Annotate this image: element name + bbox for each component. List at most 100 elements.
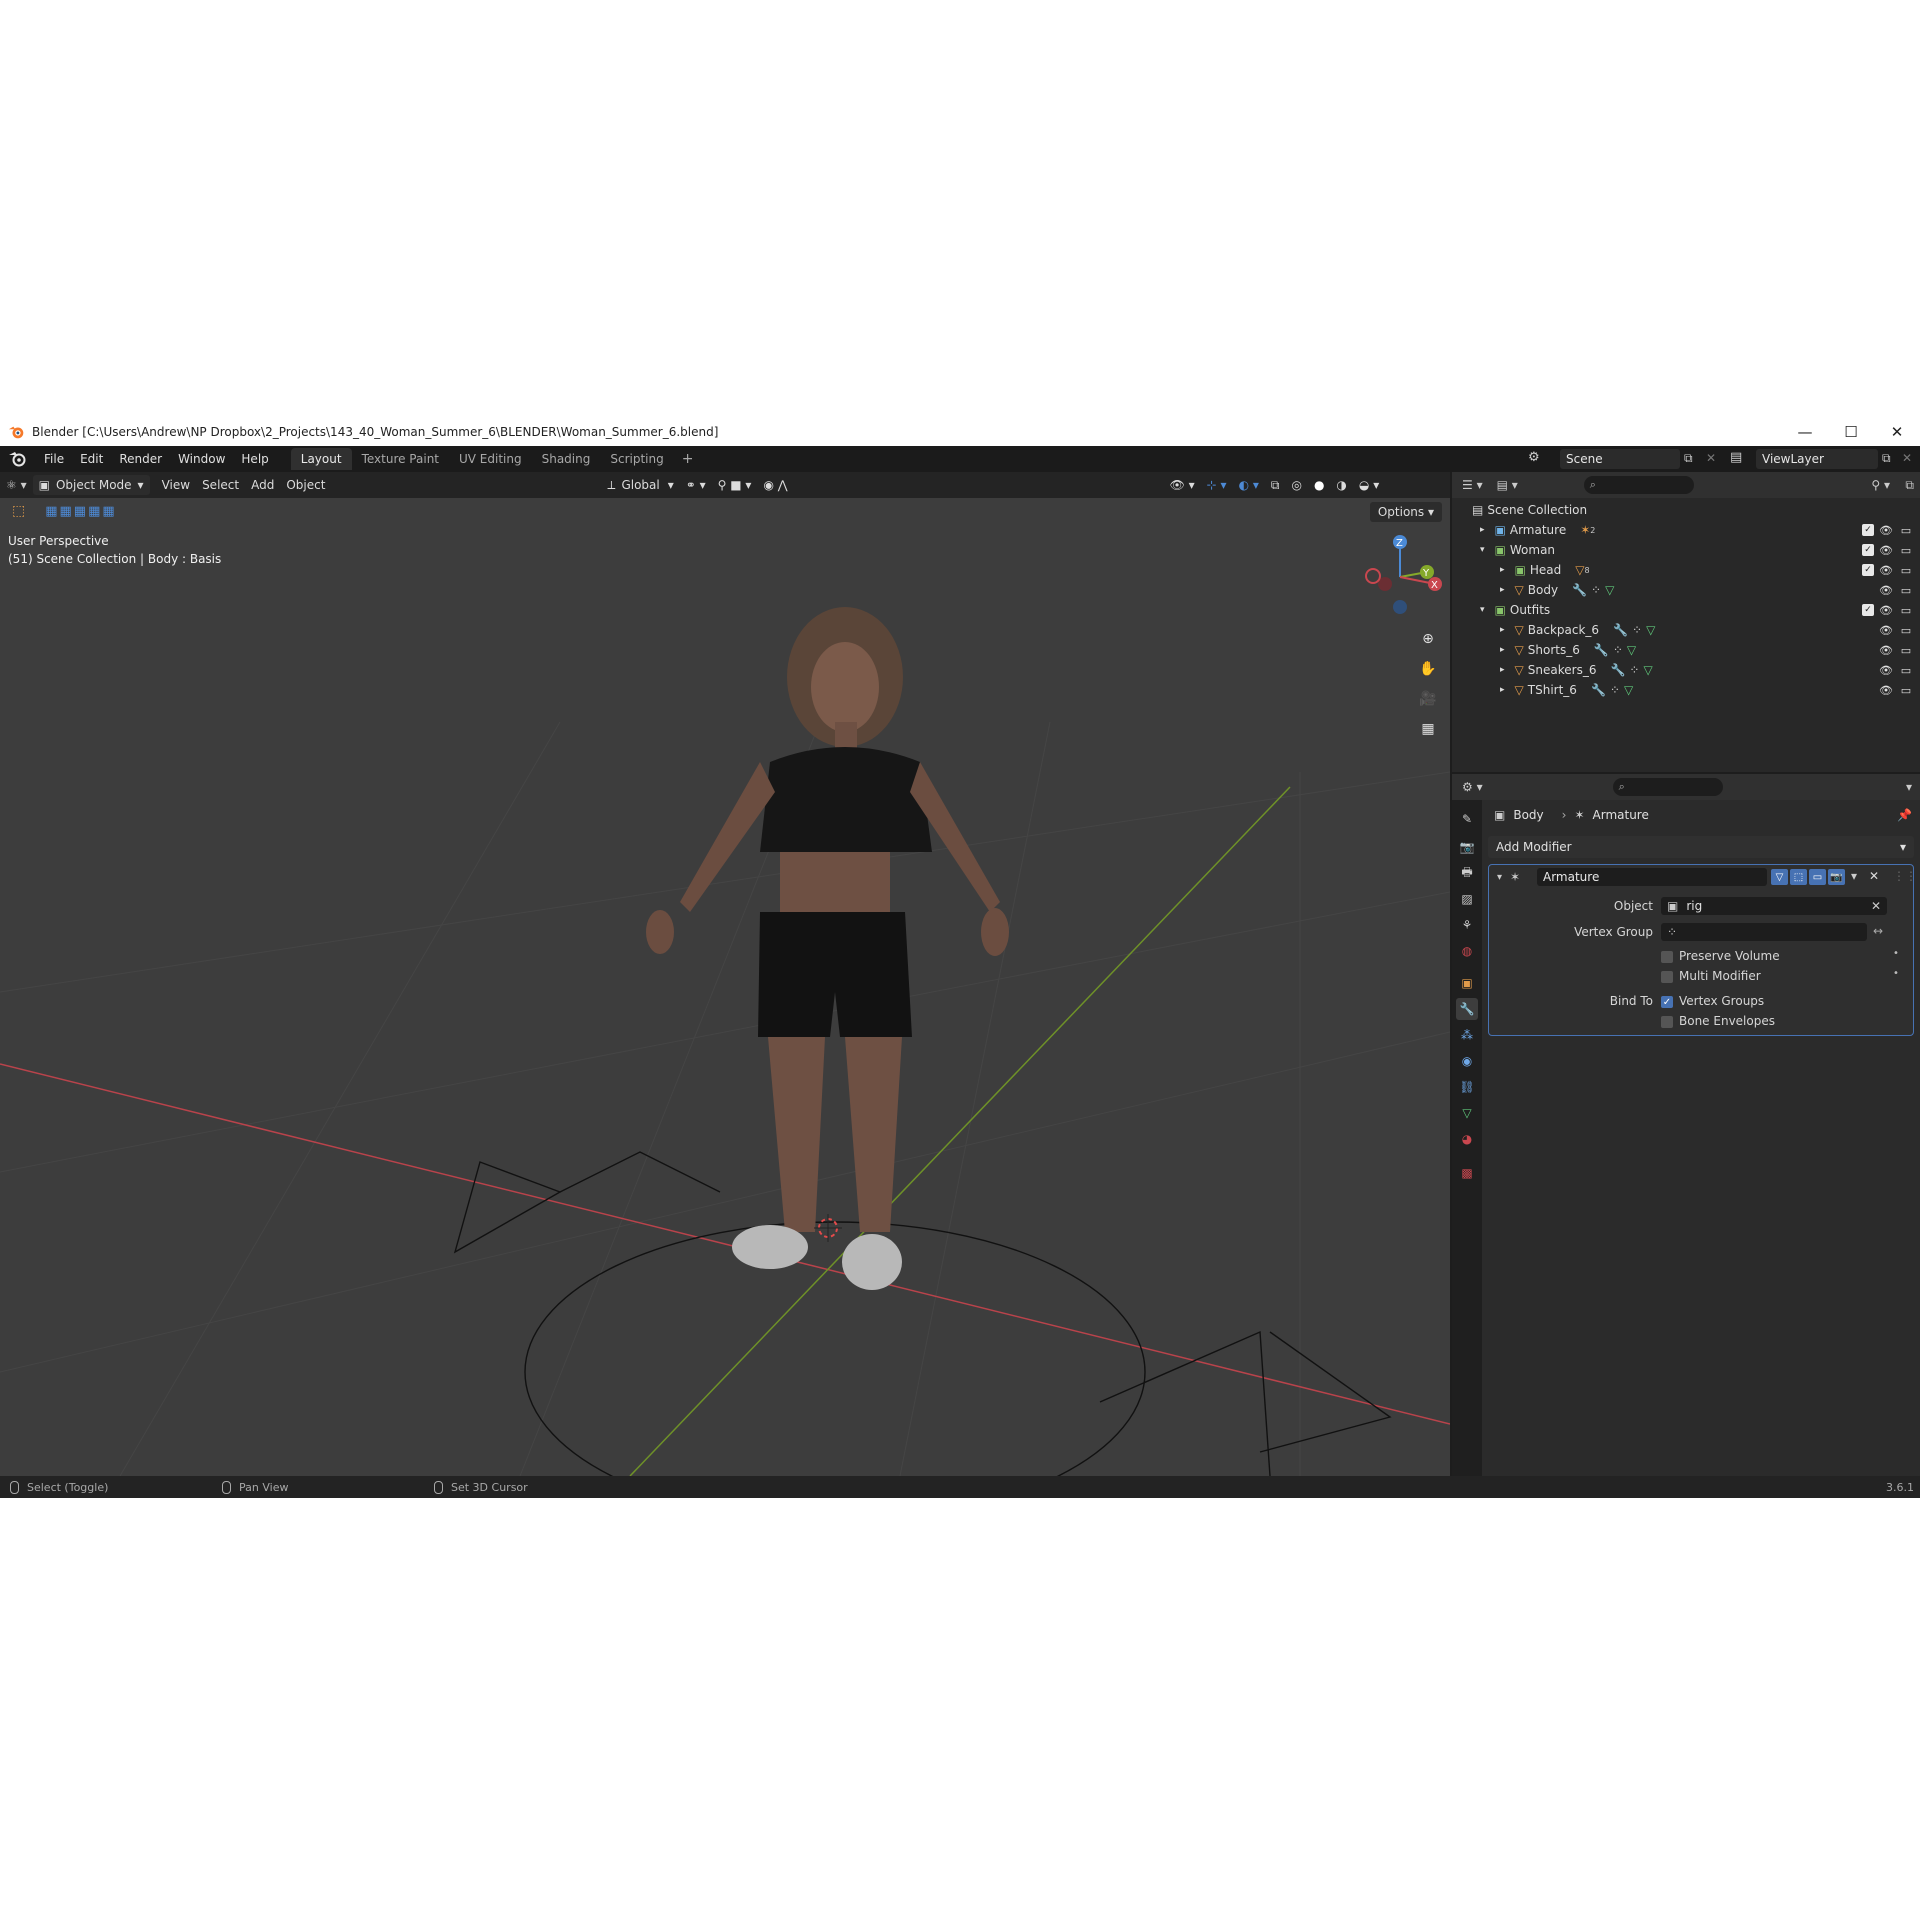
drag-handle-icon[interactable]: ⋮⋮ [1893, 869, 1917, 883]
view-layer-field[interactable]: ViewLayer [1756, 449, 1878, 469]
monitor-icon[interactable]: ▭ [1898, 663, 1914, 677]
tree-row-head[interactable]: ▸ ▣ Head ▽ 8 ✓ 👁 ▭ [1452, 560, 1920, 580]
monitor-icon[interactable]: ▭ [1898, 623, 1914, 637]
eye-icon[interactable]: 👁 [1878, 523, 1894, 537]
navigation-gizmo[interactable]: Z Y X [1355, 532, 1445, 622]
new-view-layer-icon[interactable]: ⧉ [1882, 451, 1891, 466]
pin-icon[interactable]: 📌 [1897, 808, 1912, 822]
new-collection-icon[interactable]: ⧉ [1905, 478, 1914, 493]
viewport-toggle-icon[interactable]: ▭ [1809, 869, 1826, 885]
modifier-name-field[interactable]: Armature [1537, 868, 1767, 886]
expand-arrow-icon[interactable]: ▸ [1500, 685, 1505, 695]
expand-arrow-icon[interactable]: ▸ [1500, 585, 1505, 595]
tree-row-backpack[interactable]: ▸ ▽ Backpack_6 🔧 ⁘ ▽ 👁 ▭ [1452, 620, 1920, 640]
menu-add[interactable]: Add [245, 475, 280, 495]
shading-solid-button[interactable]: ● [1308, 475, 1330, 495]
monitor-icon[interactable]: ▭ [1898, 683, 1914, 697]
properties-search-input[interactable]: ⌕ [1612, 778, 1723, 796]
camera-view-icon[interactable]: 🎥 [1414, 685, 1442, 713]
3d-viewport[interactable]: ⚛ ▾ ▣ Object Mode ▾ View Select Add Obje… [0, 472, 1450, 1476]
vertex-groups-checkbox[interactable]: ✓ [1661, 996, 1673, 1008]
eye-icon[interactable]: 👁 [1878, 623, 1894, 637]
edit-mode-toggle-icon[interactable]: ▽ [1771, 869, 1788, 885]
eye-icon[interactable]: 👁 [1878, 563, 1894, 577]
grid-toggle-icon[interactable]: ▦ [1414, 715, 1442, 743]
tree-row-tshirt[interactable]: ▸ ▽ TShirt_6 🔧 ⁘ ▽ 👁 ▭ [1452, 680, 1920, 700]
tree-row-woman[interactable]: ▾ ▣ Woman ✓ 👁 ▭ [1452, 540, 1920, 560]
exclude-checkbox[interactable]: ✓ [1862, 524, 1874, 536]
tab-world[interactable]: ◍ [1456, 940, 1478, 962]
visibility-button[interactable]: 👁 ▾ [1164, 475, 1201, 495]
tab-modifiers[interactable]: 🔧 [1456, 998, 1478, 1020]
xray-toggle-button[interactable]: ⧉ [1265, 475, 1286, 495]
modifier-menu-chevron-icon[interactable]: ▾ [1851, 869, 1857, 883]
render-toggle-icon[interactable]: 📷 [1828, 869, 1845, 885]
monitor-icon[interactable]: ▭ [1898, 643, 1914, 657]
monitor-icon[interactable]: ▭ [1898, 583, 1914, 597]
eye-icon[interactable]: 👁 [1878, 683, 1894, 697]
bone-envelopes-checkbox[interactable] [1661, 1016, 1673, 1028]
tab-constraints[interactable]: ⛓ [1456, 1076, 1478, 1098]
proportional-edit-button[interactable]: ◉ ⋀ [757, 475, 793, 495]
collapse-arrow-icon[interactable]: ▾ [1497, 872, 1502, 883]
tree-row-shorts[interactable]: ▸ ▽ Shorts_6 🔧 ⁘ ▽ 👁 ▭ [1452, 640, 1920, 660]
expand-arrow-icon[interactable]: ▸ [1500, 625, 1505, 635]
tab-tool[interactable]: ✎ [1456, 808, 1478, 830]
maximize-button[interactable]: ☐ [1828, 418, 1874, 446]
tab-object[interactable]: ▣ [1456, 972, 1478, 994]
tree-row-outfits[interactable]: ▾ ▣ Outfits ✓ 👁 ▭ [1452, 600, 1920, 620]
close-window-button[interactable]: ✕ [1874, 418, 1920, 446]
vertex-group-field[interactable]: ⁘ [1661, 923, 1867, 941]
exclude-checkbox[interactable]: ✓ [1862, 544, 1874, 556]
cage-toggle-icon[interactable]: ⬚ [1790, 869, 1807, 885]
scene-selector-icon[interactable]: ⚙ [1528, 450, 1540, 465]
tab-texture[interactable]: ▩ [1456, 1162, 1478, 1184]
shading-rendered-button[interactable]: ◒ ▾ [1353, 475, 1385, 495]
monitor-icon[interactable]: ▭ [1898, 603, 1914, 617]
remove-modifier-icon[interactable]: ✕ [1869, 869, 1879, 883]
shading-wireframe-button[interactable]: ◎ [1285, 475, 1307, 495]
blender-menu-icon[interactable] [8, 450, 28, 468]
overlay-toggle-button[interactable]: ◐ ▾ [1233, 475, 1265, 495]
scene-field[interactable]: Scene [1560, 449, 1680, 469]
tab-scene[interactable]: ⚘ [1456, 914, 1478, 936]
select-tool-icon[interactable]: ⬚ [12, 503, 25, 519]
eye-icon[interactable]: 👁 [1878, 583, 1894, 597]
preserve-volume-checkbox[interactable] [1661, 951, 1673, 963]
minimize-button[interactable]: — [1782, 418, 1828, 446]
tree-row-sneakers[interactable]: ▸ ▽ Sneakers_6 🔧 ⁘ ▽ 👁 ▭ [1452, 660, 1920, 680]
multi-modifier-checkbox[interactable] [1661, 971, 1673, 983]
object-field[interactable]: ▣ rig ✕ [1661, 897, 1887, 915]
menu-object[interactable]: Object [280, 475, 331, 495]
tab-shading[interactable]: Shading [532, 448, 601, 470]
tab-physics[interactable]: ◉ [1456, 1050, 1478, 1072]
tab-particles[interactable]: ⁂ [1456, 1024, 1478, 1046]
tree-row-armature[interactable]: ▸ ▣ Armature ✶ 2 ✓ 👁 ▭ [1452, 520, 1920, 540]
menu-view[interactable]: View [156, 475, 196, 495]
pan-hand-icon[interactable]: ✋ [1414, 655, 1442, 683]
menu-render[interactable]: Render [111, 446, 170, 472]
shading-material-button[interactable]: ◑ [1330, 475, 1352, 495]
add-workspace-button[interactable]: + [674, 451, 702, 467]
filter-icon[interactable]: ⚲ ▾ [1871, 478, 1890, 492]
menu-file[interactable]: File [36, 446, 72, 472]
snap-button[interactable]: ⚲ ■ ▾ [712, 475, 758, 495]
tab-data[interactable]: ▽ [1456, 1102, 1478, 1124]
expand-arrow-icon[interactable]: ▸ [1500, 665, 1505, 675]
gizmo-toggle-button[interactable]: ⊹ ▾ [1201, 475, 1233, 495]
eye-icon[interactable]: 👁 [1878, 543, 1894, 557]
tab-layout[interactable]: Layout [290, 448, 352, 470]
expand-arrow-icon[interactable]: ▸ [1500, 645, 1505, 655]
expand-arrow-icon[interactable]: ▾ [1480, 605, 1485, 615]
zoom-icon[interactable]: ⊕ [1414, 625, 1442, 653]
menu-select[interactable]: Select [196, 475, 245, 495]
delete-view-layer-icon[interactable]: ✕ [1902, 451, 1912, 465]
menu-window[interactable]: Window [170, 446, 233, 472]
options-dropdown[interactable]: Options ▾ [1369, 502, 1442, 522]
transform-orientation-dropdown[interactable]: ⟂ Global ▾ [601, 475, 679, 495]
new-scene-icon[interactable]: ⧉ [1684, 451, 1693, 466]
view-layer-icon[interactable]: ▤ [1730, 450, 1742, 465]
delete-scene-icon[interactable]: ✕ [1706, 451, 1716, 465]
eye-icon[interactable]: 👁 [1878, 603, 1894, 617]
tree-row-body[interactable]: ▸ ▽ Body 🔧 ⁘ ▽ 👁 ▭ [1452, 580, 1920, 600]
